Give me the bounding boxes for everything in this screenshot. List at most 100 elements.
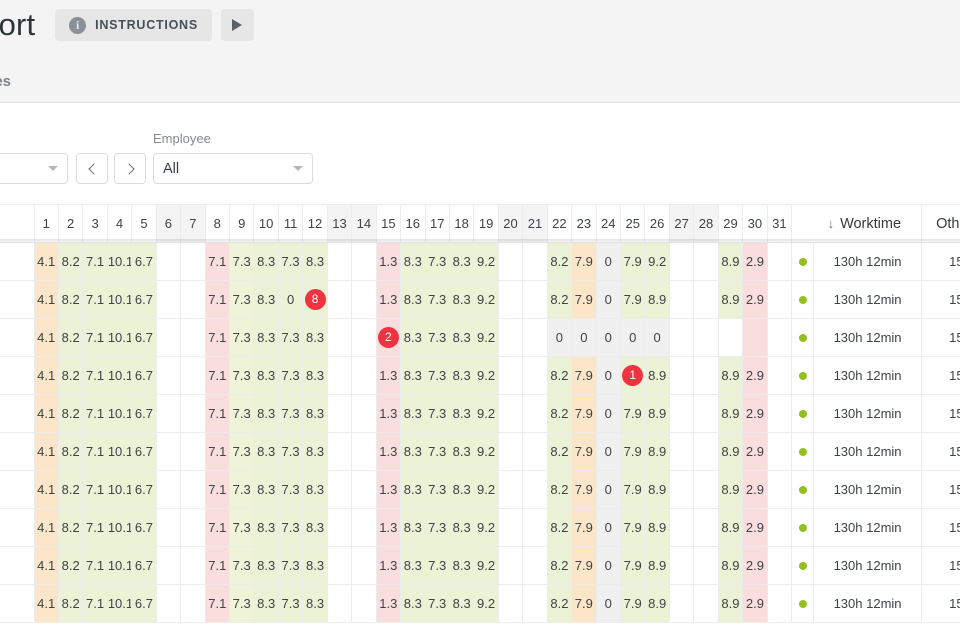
column-header-day-5[interactable]: 5 [131,204,157,243]
cell-day-15[interactable]: 1.3 [376,356,402,395]
cell-day-23[interactable]: 7.9 [571,470,597,509]
cell-day-3[interactable]: 7.1 [82,242,108,281]
cell-day-25[interactable]: 7.9 [620,394,646,433]
cell-day-1[interactable]: 4.1 [34,356,59,395]
cell-day-22[interactable]: 8.2 [547,546,573,585]
cell-day-8[interactable]: 7.1 [205,508,231,547]
cell-day-1[interactable]: 4.1 [34,242,59,281]
cell-day-6[interactable] [156,546,182,585]
cell-day-18[interactable]: 8.3 [449,584,475,623]
cell-day-20[interactable] [498,318,524,357]
cell-day-12[interactable]: 8.3 [302,470,328,509]
cell-day-9[interactable]: 7.3 [229,394,255,433]
column-header-other[interactable]: Other [921,204,960,243]
cell-day-27[interactable] [669,280,695,319]
cell-day-9[interactable]: 7.3 [229,318,255,357]
table-row[interactable]: 4.1 8.2 7.1 10.1 6.7 7.1 7.3 8.3 7.3 8.3 1.3 8.3 7.3… [0,546,960,585]
cell-day-31[interactable] [767,508,793,547]
cell-day-25[interactable]: 7.9 [620,584,646,623]
cell-day-16[interactable]: 8.3 [400,394,426,433]
cell-day-20[interactable] [498,432,524,471]
cell-day-31[interactable] [767,546,793,585]
cell-day-16[interactable]: 8.3 [400,432,426,471]
cell-day-31[interactable] [767,584,793,623]
column-header-day-2[interactable]: 2 [58,204,84,243]
column-header-day-1[interactable]: 1 [34,204,59,243]
cell-day-24[interactable]: 0 [596,394,622,433]
cell-day-3[interactable]: 7.1 [82,356,108,395]
cell-day-17[interactable]: 7.3 [425,356,450,395]
cell-day-8[interactable]: 7.1 [205,584,231,623]
cell-day-4[interactable]: 10.1 [107,394,133,433]
column-header-day-22[interactable]: 22 [547,204,573,243]
cell-day-17[interactable]: 7.3 [425,546,450,585]
cell-day-13[interactable] [327,508,353,547]
cell-day-1[interactable]: 4.1 [34,394,59,433]
cell-day-21[interactable] [522,508,548,547]
cell-day-30[interactable]: 2.9 [742,584,768,623]
cell-day-28[interactable] [693,432,719,471]
cell-day-26[interactable]: 8.9 [644,584,670,623]
cell-day-4[interactable]: 10.1 [107,470,133,509]
cell-day-11[interactable]: 7.3 [278,394,304,433]
cell-day-13[interactable] [327,280,353,319]
cell-day-13[interactable] [327,394,353,433]
cell-day-29[interactable]: 8.9 [718,584,744,623]
cell-day-22[interactable]: 8.2 [547,356,573,395]
cell-day-26[interactable]: 8.9 [644,356,670,395]
cell-day-10[interactable]: 8.3 [253,356,279,395]
cell-day-10[interactable]: 8.3 [253,432,279,471]
cell-day-31[interactable] [767,242,793,281]
cell-day-27[interactable] [669,242,695,281]
cell-day-19[interactable]: 9.2 [473,356,499,395]
cell-day-5[interactable]: 6.7 [131,356,157,395]
cell-day-13[interactable] [327,470,353,509]
year-select[interactable]: 2022 [0,153,68,184]
cell-day-15[interactable]: 1.3 [376,432,402,471]
table-row[interactable]: 4.1 8.2 7.1 10.1 6.7 7.1 7.3 8.3 7.3 8.3 1.3 8.3 7.3… [0,242,960,281]
cell-day-15[interactable]: 1.3 [376,280,402,319]
cell-day-7[interactable] [180,432,206,471]
cell-day-17[interactable]: 7.3 [425,280,450,319]
cell-day-29[interactable]: 8.9 [718,470,744,509]
cell-day-10[interactable]: 8.3 [253,508,279,547]
table-row[interactable]: 4.1 8.2 7.1 10.1 6.7 7.1 7.3 8.3 7.3 8.3 1.3 8.3 7.3… [0,432,960,471]
cell-day-31[interactable] [767,394,793,433]
column-header-day-19[interactable]: 19 [473,204,499,243]
cell-day-4[interactable]: 10.1 [107,318,133,357]
column-header-day-20[interactable]: 20 [498,204,524,243]
cell-day-23[interactable]: 7.9 [571,242,597,281]
cell-day-14[interactable] [351,584,377,623]
cell-day-8[interactable]: 7.1 [205,242,231,281]
cell-day-28[interactable] [693,242,719,281]
cell-day-23[interactable]: 7.9 [571,584,597,623]
table-row[interactable]: 4.1 8.2 7.1 10.1 6.7 7.1 7.3 8.3 0 8 1.3 8.3 7.3 8.3 9… [0,280,960,319]
cell-day-10[interactable]: 8.3 [253,546,279,585]
cell-day-16[interactable]: 8.3 [400,546,426,585]
cell-day-5[interactable]: 6.7 [131,508,157,547]
column-header-day-30[interactable]: 30 [742,204,768,243]
cell-day-23[interactable]: 7.9 [571,356,597,395]
cell-day-19[interactable]: 9.2 [473,280,499,319]
table-row[interactable]: 4.1 8.2 7.1 10.1 6.7 7.1 7.3 8.3 7.3 8.3 1.3 8.3 7.3… [0,356,960,395]
cell-day-30[interactable]: 2.9 [742,356,768,395]
cell-day-8[interactable]: 7.1 [205,318,231,357]
cell-day-28[interactable] [693,470,719,509]
cell-day-25[interactable]: 1 [620,356,646,395]
cell-day-16[interactable]: 8.3 [400,242,426,281]
cell-day-14[interactable] [351,318,377,357]
cell-day-11[interactable]: 7.3 [278,242,304,281]
column-header-day-29[interactable]: 29 [718,204,744,243]
column-header-day-7[interactable]: 7 [180,204,206,243]
column-header-day-27[interactable]: 27 [669,204,695,243]
cell-day-15[interactable]: 1.3 [376,470,402,509]
cell-day-25[interactable]: 7.9 [620,546,646,585]
cell-day-16[interactable]: 8.3 [400,508,426,547]
cell-day-5[interactable]: 6.7 [131,584,157,623]
cell-day-29[interactable]: 8.9 [718,546,744,585]
cell-day-28[interactable] [693,356,719,395]
cell-day-26[interactable]: 8.9 [644,470,670,509]
cell-day-3[interactable]: 7.1 [82,394,108,433]
cell-day-16[interactable]: 8.3 [400,280,426,319]
cell-day-8[interactable]: 7.1 [205,280,231,319]
